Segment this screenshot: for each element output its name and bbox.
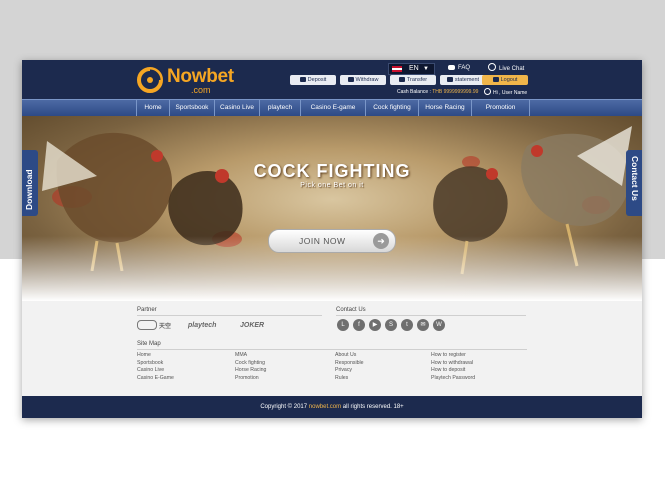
sitemap-link[interactable]: Home [137,352,174,360]
sitemap-column-3: About Us Responsible Privacy Rules [335,352,364,382]
sitemap-link[interactable]: Casino Live [137,367,174,375]
contact-us-tab[interactable]: Contact Us [626,150,642,216]
live-chat-link[interactable]: Live Chat [488,63,524,73]
sitemap-link[interactable]: How to deposit [431,367,475,375]
logout-label: Logout [500,77,518,83]
join-now-button[interactable]: JOIN NOW ➜ [268,229,396,253]
copyright-site-link[interactable]: nowbet.com [309,404,341,410]
deposit-button[interactable]: Deposit [290,75,336,85]
sitemap-link[interactable]: Promotion [235,375,266,383]
sitemap-link[interactable]: Rules [335,375,364,383]
user-greeting-label: Hi , User Name [493,90,528,96]
partner-logo-joker[interactable]: JOKER [240,320,264,331]
wechat-icon[interactable]: W [433,319,445,331]
withdraw-button[interactable]: Withdraw [340,75,386,85]
partner-heading: Partner [137,307,157,313]
twitter-icon[interactable]: t [401,319,413,331]
sitemap-column-2: MMA Cock fighting Horse Racing Promotion [235,352,266,382]
chevron-down-icon: ▼ [423,66,429,72]
transfer-label: Transfer [406,77,428,83]
nav-item-cock-fighting[interactable]: Cock fighting [365,100,418,116]
sitemap-link[interactable]: How to register [431,352,475,360]
hero-banner: COCK FIGHTING Pick one Bet on it JOIN NO… [22,116,642,301]
headset-icon [488,63,496,71]
hero-subtitle: Pick one Bet on it [300,182,364,189]
contact-heading: Contact Us [336,307,366,313]
hero-title: COCK FIGHTING [253,161,411,181]
partner-logo-sky[interactable]: 天空 [137,320,171,331]
website-frame: Nowbet .com EN ▼ FAQ Live Chat Deposit W… [22,60,642,418]
divider [336,315,526,316]
logo-swirl-icon [137,67,163,93]
transfer-icon [398,77,405,82]
nav-item-promotion[interactable]: Promotion [471,100,530,116]
download-tab-label: Download [24,169,34,210]
sitemap-link[interactable]: MMA [235,352,266,360]
nav-item-horse-racing[interactable]: Horse Racing [418,100,471,116]
line-icon[interactable]: L [337,319,349,331]
divider [137,349,527,350]
nav-item-home[interactable]: Home [136,100,169,116]
cash-balance-value: THB 9999999999.99 [432,89,479,95]
deposit-icon [299,77,306,82]
sitemap-column-1: Home Sportsbook Casino Live Casino E-Gam… [137,352,174,382]
lock-icon [492,77,499,82]
copyright-prefix: Copyright © 2017 [260,404,308,410]
faq-link[interactable]: FAQ [448,63,470,73]
email-icon[interactable]: ✉ [417,319,429,331]
sitemap-heading: Site Map [137,341,161,347]
deposit-label: Deposit [307,77,327,83]
cash-balance-label: Cash Balance : [397,89,431,95]
language-selector[interactable]: EN ▼ [388,63,435,75]
user-icon [484,88,491,95]
logo[interactable]: Nowbet .com [137,65,247,95]
sitemap-link[interactable]: Privacy [335,367,364,375]
sitemap-link[interactable]: Cock fighting [235,360,266,368]
statement-button[interactable]: statement [440,75,486,85]
site-header: Nowbet .com EN ▼ FAQ Live Chat Deposit W… [22,60,642,99]
uk-flag-icon [392,66,402,72]
cash-balance: Cash Balance : THB 9999999999.99 [397,88,478,96]
sitemap-column-4: How to register How to withdrawal How to… [431,352,475,382]
main-nav: Home Sportsbook Casino Live playtech Cas… [22,99,642,116]
sitemap-link[interactable]: Casino E-Game [137,375,174,383]
withdraw-icon [347,77,354,82]
nav-item-playtech[interactable]: playtech [259,100,300,116]
withdraw-label: Withdraw [355,77,379,83]
contact-us-tab-label: Contact Us [630,156,640,201]
sitemap-link[interactable]: About Us [335,352,364,360]
sitemap-link[interactable]: Responsible [335,360,364,368]
sitemap-link[interactable]: Playtech Password [431,375,475,383]
join-now-label: JOIN NOW [299,236,346,246]
sky-logo-icon [137,320,157,330]
nav-item-casino-egame[interactable]: Casino E-game [300,100,365,116]
user-greeting[interactable]: Hi , User Name [484,88,527,97]
sitemap-link[interactable]: How to withdrawal [431,360,475,368]
skype-icon[interactable]: S [385,319,397,331]
live-chat-label: Live Chat [499,66,525,72]
chat-bubble-icon [448,65,455,70]
arrow-right-icon: ➜ [373,233,389,249]
nav-item-casino-live[interactable]: Casino Live [214,100,259,116]
facebook-icon[interactable]: f [353,319,365,331]
language-code: EN [409,65,419,72]
download-tab[interactable]: Download [22,150,38,216]
partner-sky-label: 天空 [159,324,172,330]
statement-icon [446,77,453,82]
partner-logo-playtech[interactable]: playtech [188,320,216,331]
youtube-icon[interactable]: ▶ [369,319,381,331]
sitemap-link[interactable]: Sportsbook [137,360,174,368]
sitemap-link[interactable]: Horse Racing [235,367,266,375]
transfer-button[interactable]: Transfer [390,75,436,85]
logout-button[interactable]: Logout [482,75,528,85]
logo-domain: .com [191,85,211,95]
nav-item-sportsbook[interactable]: Sportsbook [169,100,214,116]
divider [137,315,322,316]
copyright-suffix: all rights reserved. 18+ [342,404,404,410]
faq-label: FAQ [458,65,471,71]
statement-label: statement [454,77,480,83]
copyright-bar: Copyright © 2017 nowbet.com all rights r… [22,396,642,418]
site-footer: Partner 天空 playtech JOKER Contact Us L f… [22,301,642,396]
